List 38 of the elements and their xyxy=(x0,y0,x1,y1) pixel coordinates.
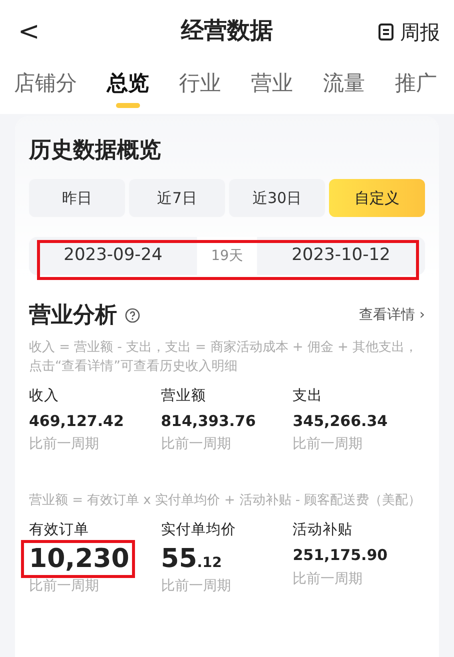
metric-value: 345,266.34 xyxy=(292,410,389,432)
metric-value: 814,393.76 xyxy=(160,410,257,432)
comparison-label: 比前一周期 xyxy=(160,577,232,596)
tab[interactable]: 营业 xyxy=(251,66,293,110)
formula-text: 营业额 = 有效订单 x 实付单均价 + 活动补贴 - 顾客配送费（美配） xyxy=(29,492,422,510)
comparison-label: 比前一周期 xyxy=(29,577,100,596)
metric-label: 有效订单 xyxy=(29,521,90,540)
tab[interactable]: 总览 xyxy=(107,66,149,110)
comparison-label: 比前一周期 xyxy=(292,570,364,588)
tab[interactable]: 推广 xyxy=(395,66,437,110)
period-button[interactable]: 近30日 xyxy=(229,179,325,217)
page-title: 经营数据 xyxy=(181,17,273,46)
metric-value: 251,175.90 xyxy=(292,545,389,566)
description-text: 收入 = 营业额 - 支出，支出 = 商家活动成本 + 佣金 + 其他支出，点击“查看详情”可查看历史收入明细 xyxy=(29,339,419,376)
comparison-label: 比前一周期 xyxy=(29,435,100,454)
comparison-label: 比前一周期 xyxy=(160,435,232,454)
metric-value: 469,127.42 xyxy=(29,410,125,432)
period-button[interactable]: 自定义 xyxy=(329,179,425,217)
metric-label: 收入 xyxy=(29,387,60,406)
tab[interactable]: 店铺分 xyxy=(14,66,77,110)
period-button[interactable]: 近7日 xyxy=(129,179,225,217)
metric-label: 活动补贴 xyxy=(292,520,354,540)
comparison-label: 比前一周期 xyxy=(292,435,364,454)
metric-label: 支出 xyxy=(292,387,324,406)
section-title: 历史数据概览 xyxy=(29,137,162,165)
metric-label: 营业额 xyxy=(160,386,207,406)
back-button[interactable]: < xyxy=(12,12,46,53)
metric-value: 10,230 xyxy=(29,544,130,574)
day-count: 19天 xyxy=(197,237,257,275)
section-title: 营业分析 xyxy=(29,302,117,330)
period-button[interactable]: 昨日 xyxy=(29,179,125,217)
weekly-report-button[interactable]: 周报 xyxy=(378,17,440,47)
help-icon[interactable] xyxy=(125,308,140,323)
view-details-link[interactable]: 查看详情 › xyxy=(358,305,425,326)
report-icon xyxy=(378,23,394,41)
tab[interactable]: 流量 xyxy=(323,66,365,110)
metric-label: 实付单均价 xyxy=(160,520,237,540)
tab[interactable]: 行业 xyxy=(179,66,221,110)
